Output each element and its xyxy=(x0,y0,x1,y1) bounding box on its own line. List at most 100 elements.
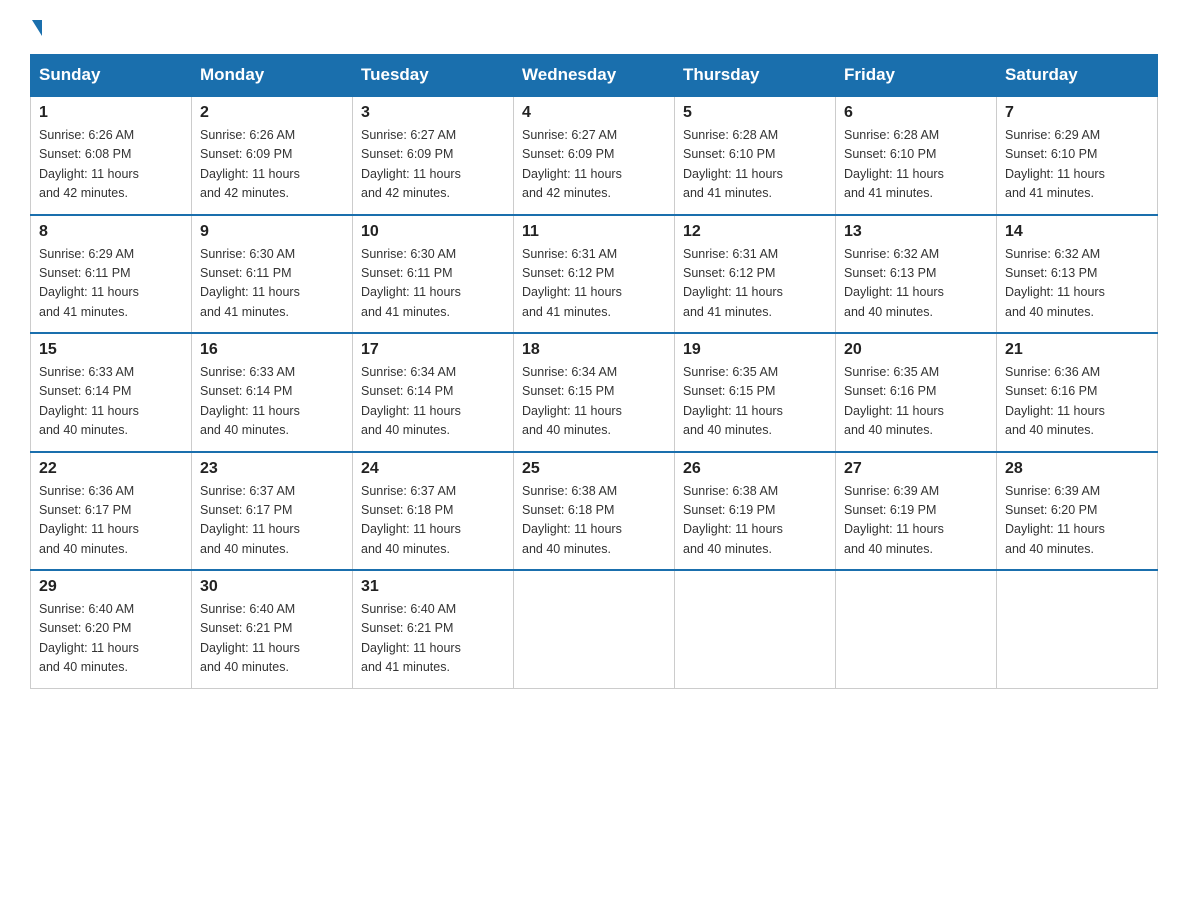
day-info: Sunrise: 6:39 AMSunset: 6:19 PMDaylight:… xyxy=(844,484,944,556)
day-info: Sunrise: 6:35 AMSunset: 6:15 PMDaylight:… xyxy=(683,365,783,437)
calendar-cell: 18 Sunrise: 6:34 AMSunset: 6:15 PMDaylig… xyxy=(514,333,675,452)
day-number: 2 xyxy=(200,104,344,122)
day-number: 5 xyxy=(683,104,827,122)
day-number: 29 xyxy=(39,578,183,596)
day-number: 10 xyxy=(361,223,505,241)
day-info: Sunrise: 6:28 AMSunset: 6:10 PMDaylight:… xyxy=(683,128,783,200)
day-info: Sunrise: 6:34 AMSunset: 6:15 PMDaylight:… xyxy=(522,365,622,437)
day-info: Sunrise: 6:29 AMSunset: 6:11 PMDaylight:… xyxy=(39,247,139,319)
day-number: 26 xyxy=(683,460,827,478)
day-number: 27 xyxy=(844,460,988,478)
calendar-cell: 20 Sunrise: 6:35 AMSunset: 6:16 PMDaylig… xyxy=(836,333,997,452)
day-number: 24 xyxy=(361,460,505,478)
day-number: 28 xyxy=(1005,460,1149,478)
calendar-cell: 10 Sunrise: 6:30 AMSunset: 6:11 PMDaylig… xyxy=(353,215,514,334)
column-header-monday: Monday xyxy=(192,55,353,97)
day-info: Sunrise: 6:30 AMSunset: 6:11 PMDaylight:… xyxy=(200,247,300,319)
day-info: Sunrise: 6:40 AMSunset: 6:20 PMDaylight:… xyxy=(39,602,139,674)
calendar-cell: 28 Sunrise: 6:39 AMSunset: 6:20 PMDaylig… xyxy=(997,452,1158,571)
day-number: 6 xyxy=(844,104,988,122)
day-info: Sunrise: 6:32 AMSunset: 6:13 PMDaylight:… xyxy=(844,247,944,319)
day-info: Sunrise: 6:38 AMSunset: 6:19 PMDaylight:… xyxy=(683,484,783,556)
calendar-table: SundayMondayTuesdayWednesdayThursdayFrid… xyxy=(30,54,1158,689)
day-info: Sunrise: 6:31 AMSunset: 6:12 PMDaylight:… xyxy=(683,247,783,319)
calendar-cell xyxy=(836,570,997,688)
calendar-cell xyxy=(997,570,1158,688)
day-info: Sunrise: 6:27 AMSunset: 6:09 PMDaylight:… xyxy=(522,128,622,200)
calendar-week-row: 29 Sunrise: 6:40 AMSunset: 6:20 PMDaylig… xyxy=(31,570,1158,688)
calendar-cell: 21 Sunrise: 6:36 AMSunset: 6:16 PMDaylig… xyxy=(997,333,1158,452)
day-info: Sunrise: 6:38 AMSunset: 6:18 PMDaylight:… xyxy=(522,484,622,556)
column-header-sunday: Sunday xyxy=(31,55,192,97)
column-header-friday: Friday xyxy=(836,55,997,97)
day-number: 21 xyxy=(1005,341,1149,359)
calendar-cell: 3 Sunrise: 6:27 AMSunset: 6:09 PMDayligh… xyxy=(353,96,514,215)
calendar-cell: 24 Sunrise: 6:37 AMSunset: 6:18 PMDaylig… xyxy=(353,452,514,571)
day-info: Sunrise: 6:37 AMSunset: 6:17 PMDaylight:… xyxy=(200,484,300,556)
day-info: Sunrise: 6:33 AMSunset: 6:14 PMDaylight:… xyxy=(200,365,300,437)
day-number: 4 xyxy=(522,104,666,122)
day-number: 23 xyxy=(200,460,344,478)
day-number: 20 xyxy=(844,341,988,359)
day-info: Sunrise: 6:30 AMSunset: 6:11 PMDaylight:… xyxy=(361,247,461,319)
day-number: 30 xyxy=(200,578,344,596)
calendar-cell: 5 Sunrise: 6:28 AMSunset: 6:10 PMDayligh… xyxy=(675,96,836,215)
logo xyxy=(30,20,42,36)
calendar-cell: 14 Sunrise: 6:32 AMSunset: 6:13 PMDaylig… xyxy=(997,215,1158,334)
day-number: 19 xyxy=(683,341,827,359)
day-info: Sunrise: 6:33 AMSunset: 6:14 PMDaylight:… xyxy=(39,365,139,437)
calendar-cell: 13 Sunrise: 6:32 AMSunset: 6:13 PMDaylig… xyxy=(836,215,997,334)
calendar-cell: 27 Sunrise: 6:39 AMSunset: 6:19 PMDaylig… xyxy=(836,452,997,571)
column-header-wednesday: Wednesday xyxy=(514,55,675,97)
day-info: Sunrise: 6:31 AMSunset: 6:12 PMDaylight:… xyxy=(522,247,622,319)
calendar-cell: 17 Sunrise: 6:34 AMSunset: 6:14 PMDaylig… xyxy=(353,333,514,452)
calendar-cell: 7 Sunrise: 6:29 AMSunset: 6:10 PMDayligh… xyxy=(997,96,1158,215)
calendar-week-row: 8 Sunrise: 6:29 AMSunset: 6:11 PMDayligh… xyxy=(31,215,1158,334)
day-number: 8 xyxy=(39,223,183,241)
calendar-cell: 29 Sunrise: 6:40 AMSunset: 6:20 PMDaylig… xyxy=(31,570,192,688)
column-header-tuesday: Tuesday xyxy=(353,55,514,97)
calendar-cell: 25 Sunrise: 6:38 AMSunset: 6:18 PMDaylig… xyxy=(514,452,675,571)
calendar-cell: 12 Sunrise: 6:31 AMSunset: 6:12 PMDaylig… xyxy=(675,215,836,334)
calendar-cell: 8 Sunrise: 6:29 AMSunset: 6:11 PMDayligh… xyxy=(31,215,192,334)
calendar-cell: 4 Sunrise: 6:27 AMSunset: 6:09 PMDayligh… xyxy=(514,96,675,215)
day-number: 11 xyxy=(522,223,666,241)
calendar-cell: 1 Sunrise: 6:26 AMSunset: 6:08 PMDayligh… xyxy=(31,96,192,215)
calendar-cell: 31 Sunrise: 6:40 AMSunset: 6:21 PMDaylig… xyxy=(353,570,514,688)
day-info: Sunrise: 6:26 AMSunset: 6:08 PMDaylight:… xyxy=(39,128,139,200)
day-number: 9 xyxy=(200,223,344,241)
calendar-header-row: SundayMondayTuesdayWednesdayThursdayFrid… xyxy=(31,55,1158,97)
day-number: 1 xyxy=(39,104,183,122)
calendar-week-row: 22 Sunrise: 6:36 AMSunset: 6:17 PMDaylig… xyxy=(31,452,1158,571)
day-number: 25 xyxy=(522,460,666,478)
day-number: 12 xyxy=(683,223,827,241)
calendar-week-row: 15 Sunrise: 6:33 AMSunset: 6:14 PMDaylig… xyxy=(31,333,1158,452)
calendar-cell: 19 Sunrise: 6:35 AMSunset: 6:15 PMDaylig… xyxy=(675,333,836,452)
day-info: Sunrise: 6:36 AMSunset: 6:17 PMDaylight:… xyxy=(39,484,139,556)
day-number: 31 xyxy=(361,578,505,596)
page-header xyxy=(30,20,1158,36)
day-number: 16 xyxy=(200,341,344,359)
day-info: Sunrise: 6:39 AMSunset: 6:20 PMDaylight:… xyxy=(1005,484,1105,556)
day-info: Sunrise: 6:40 AMSunset: 6:21 PMDaylight:… xyxy=(361,602,461,674)
day-info: Sunrise: 6:29 AMSunset: 6:10 PMDaylight:… xyxy=(1005,128,1105,200)
calendar-cell: 15 Sunrise: 6:33 AMSunset: 6:14 PMDaylig… xyxy=(31,333,192,452)
day-number: 3 xyxy=(361,104,505,122)
day-number: 22 xyxy=(39,460,183,478)
column-header-saturday: Saturday xyxy=(997,55,1158,97)
column-header-thursday: Thursday xyxy=(675,55,836,97)
logo-triangle-icon xyxy=(32,20,42,36)
day-info: Sunrise: 6:34 AMSunset: 6:14 PMDaylight:… xyxy=(361,365,461,437)
calendar-cell: 22 Sunrise: 6:36 AMSunset: 6:17 PMDaylig… xyxy=(31,452,192,571)
calendar-cell xyxy=(675,570,836,688)
day-number: 13 xyxy=(844,223,988,241)
calendar-cell xyxy=(514,570,675,688)
day-info: Sunrise: 6:37 AMSunset: 6:18 PMDaylight:… xyxy=(361,484,461,556)
day-info: Sunrise: 6:36 AMSunset: 6:16 PMDaylight:… xyxy=(1005,365,1105,437)
day-number: 14 xyxy=(1005,223,1149,241)
day-number: 15 xyxy=(39,341,183,359)
calendar-cell: 16 Sunrise: 6:33 AMSunset: 6:14 PMDaylig… xyxy=(192,333,353,452)
day-info: Sunrise: 6:32 AMSunset: 6:13 PMDaylight:… xyxy=(1005,247,1105,319)
calendar-cell: 2 Sunrise: 6:26 AMSunset: 6:09 PMDayligh… xyxy=(192,96,353,215)
calendar-cell: 23 Sunrise: 6:37 AMSunset: 6:17 PMDaylig… xyxy=(192,452,353,571)
